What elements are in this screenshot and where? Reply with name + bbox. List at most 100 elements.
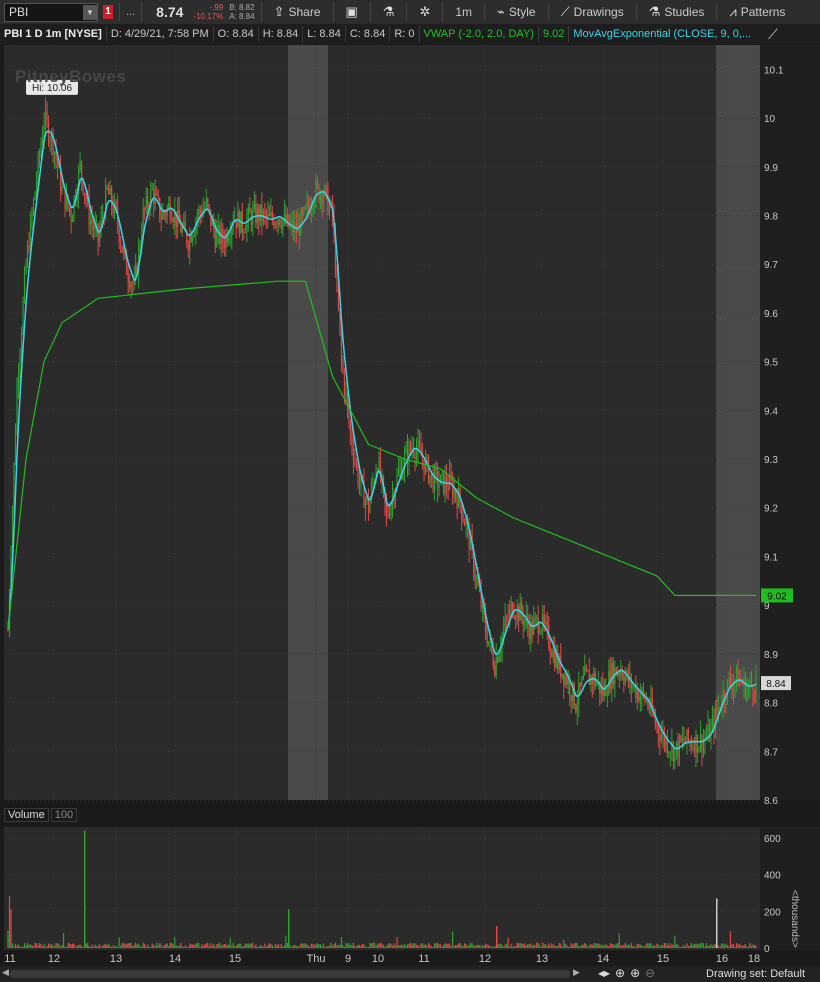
candle-body xyxy=(588,671,590,685)
time-tick-label: 15 xyxy=(657,953,669,965)
volume-bar xyxy=(222,944,224,948)
more-menu[interactable]: ... xyxy=(126,6,135,18)
volume-bar xyxy=(621,945,623,948)
symbol-selector[interactable]: PBI ▼ xyxy=(4,2,98,22)
time-tick-label: 16 xyxy=(716,953,728,965)
volume-bar xyxy=(23,942,26,948)
candle-body xyxy=(174,211,176,223)
interval-label: 1m xyxy=(455,5,473,19)
volume-bar xyxy=(498,944,500,948)
volume-bar xyxy=(333,944,335,948)
patterns-button[interactable]: ⩘ Patterns xyxy=(723,1,791,23)
volume-bar xyxy=(234,945,236,948)
candle-body xyxy=(507,617,509,619)
candle-body xyxy=(253,204,255,210)
top-toolbar: PBI ▼ 1 ... 8.74 -.99 -10.17% B: 8.82 A:… xyxy=(0,0,820,25)
price-tick-label: 9.5 xyxy=(764,358,778,369)
candle-body xyxy=(461,504,463,519)
candle-body xyxy=(454,489,457,497)
volume-bar xyxy=(454,945,457,948)
chevron-down-icon[interactable]: ▼ xyxy=(83,4,97,20)
flask-button[interactable]: ⚗ xyxy=(377,1,401,23)
volume-bar xyxy=(183,946,185,948)
candle-body xyxy=(665,739,667,745)
studies-button[interactable]: ⚗ Studies xyxy=(643,1,711,23)
candle-body xyxy=(408,443,410,464)
volume-bar xyxy=(201,944,203,948)
volume-bar xyxy=(180,942,182,948)
candle-body xyxy=(522,615,524,625)
drawing-set-label[interactable]: Drawing set: Default xyxy=(706,968,805,980)
candle-body xyxy=(436,471,439,488)
style-button[interactable]: ⌁ Style xyxy=(491,1,542,23)
candle-body xyxy=(696,734,699,753)
time-scrollbar[interactable] xyxy=(10,970,570,978)
candle-body xyxy=(427,457,430,483)
ema-study-label[interactable]: MovAvgExponential (CLOSE, 9, 0,... xyxy=(569,26,755,42)
time-tick-label: 13 xyxy=(536,953,548,965)
price-tick-label: 9.8 xyxy=(764,211,778,222)
volume-bar xyxy=(611,944,613,948)
scroll-left-icon[interactable]: ◀ xyxy=(2,967,9,978)
candle-body xyxy=(10,558,12,596)
drawings-button[interactable]: ⟋ Drawings xyxy=(555,1,630,23)
candle-body xyxy=(468,524,470,550)
alert-badge[interactable]: 1 xyxy=(103,5,113,19)
candle-body xyxy=(504,617,506,628)
candle-body xyxy=(620,670,622,675)
volume-bar xyxy=(187,946,189,948)
scroll-right-icon[interactable]: ▶ xyxy=(573,967,580,978)
candle-body xyxy=(385,503,388,514)
volume-bar xyxy=(737,944,739,948)
volume-bar xyxy=(198,942,200,948)
candle-body xyxy=(459,488,461,505)
symbol-text[interactable]: PBI xyxy=(5,5,28,19)
drawings-label: Drawings xyxy=(573,5,624,19)
candle-body xyxy=(28,245,30,251)
candle-body xyxy=(288,215,290,227)
candle-body xyxy=(651,698,653,713)
candle-body xyxy=(705,736,708,739)
settings-button[interactable]: ✲ xyxy=(413,1,436,23)
last-price-marker-text: 8.84 xyxy=(766,679,786,690)
candle-body xyxy=(208,205,210,210)
candle-body xyxy=(64,187,66,210)
volume-bar xyxy=(71,943,74,948)
crosshair-icon[interactable]: ⊕ xyxy=(615,966,625,980)
candle-body xyxy=(495,657,497,676)
pan-icon[interactable]: ◂▸ xyxy=(598,966,610,980)
snapshot-button[interactable]: ▣ xyxy=(340,1,364,23)
candle-body xyxy=(38,154,41,156)
candle-body xyxy=(87,197,89,201)
share-button[interactable]: ⇪ Share xyxy=(268,1,327,23)
volume-bar xyxy=(439,944,442,948)
zoom-in-icon[interactable]: ⊕ xyxy=(630,966,640,980)
price-chart[interactable]: 8.6 8.7 8.8 8.9 9 9.1 9.2 9.3 9.4 9.5 9.6 9.7 9.8 9.9… xyxy=(0,0,820,982)
candle-body xyxy=(524,620,526,625)
bar-low: L: 8.84 xyxy=(303,26,346,42)
candle-body xyxy=(181,226,183,233)
zoom-out-icon[interactable]: ⊖ xyxy=(645,966,655,980)
volume-bar xyxy=(121,943,123,948)
volume-bar xyxy=(366,946,368,948)
chart-settings-icon[interactable]: ⟋ xyxy=(764,26,782,42)
vwap-study-label[interactable]: VWAP (-2.0, 2.0, DAY) xyxy=(420,26,539,42)
interval-button[interactable]: 1m xyxy=(449,1,478,23)
time-tick-label: 13 xyxy=(110,953,122,965)
volume-bar xyxy=(430,946,433,948)
candle-body xyxy=(695,734,697,754)
candle-body xyxy=(388,515,391,517)
volume-bar xyxy=(573,943,575,948)
volume-bar xyxy=(226,945,228,948)
candle-body xyxy=(184,221,186,231)
candle-body xyxy=(238,211,240,234)
candle-body xyxy=(321,193,323,204)
candle-body xyxy=(732,684,735,691)
bid-ask: B: 8.82 A: 8.84 xyxy=(229,3,254,21)
volume-bar xyxy=(166,943,168,948)
candle-body xyxy=(43,123,45,137)
volume-bar xyxy=(702,943,705,948)
candle-body xyxy=(406,447,409,464)
candle-body xyxy=(262,210,264,221)
volume-bar xyxy=(402,945,404,948)
